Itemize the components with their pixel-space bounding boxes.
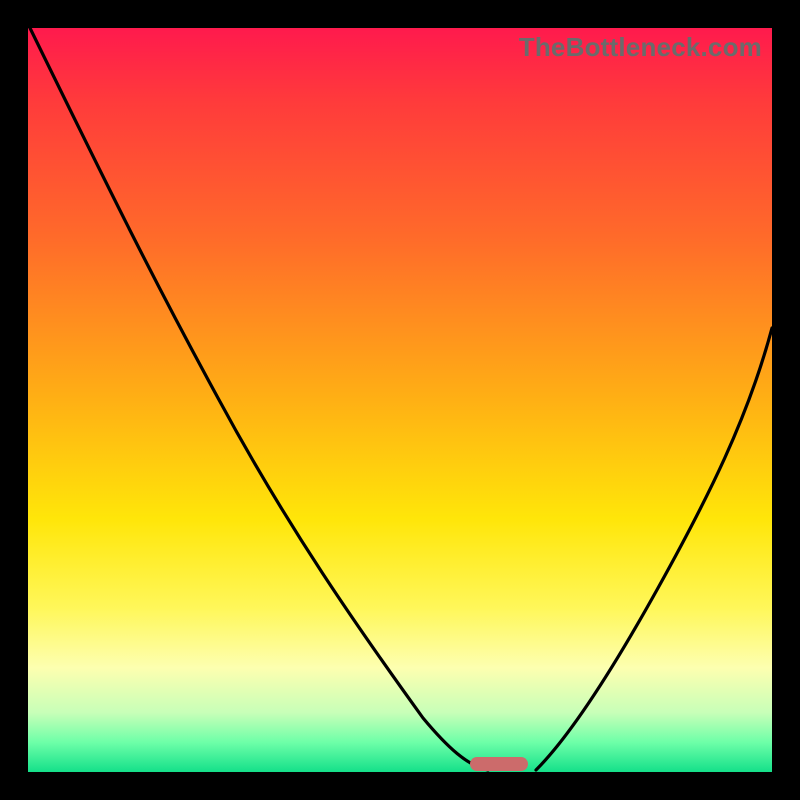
chart-plot-area: TheBottleneck.com bbox=[28, 28, 772, 772]
bottleneck-curve bbox=[28, 28, 772, 772]
curve-left-branch bbox=[30, 28, 488, 770]
chart-frame: TheBottleneck.com bbox=[0, 0, 800, 800]
curve-right-branch bbox=[536, 328, 772, 770]
optimal-marker bbox=[470, 757, 528, 771]
